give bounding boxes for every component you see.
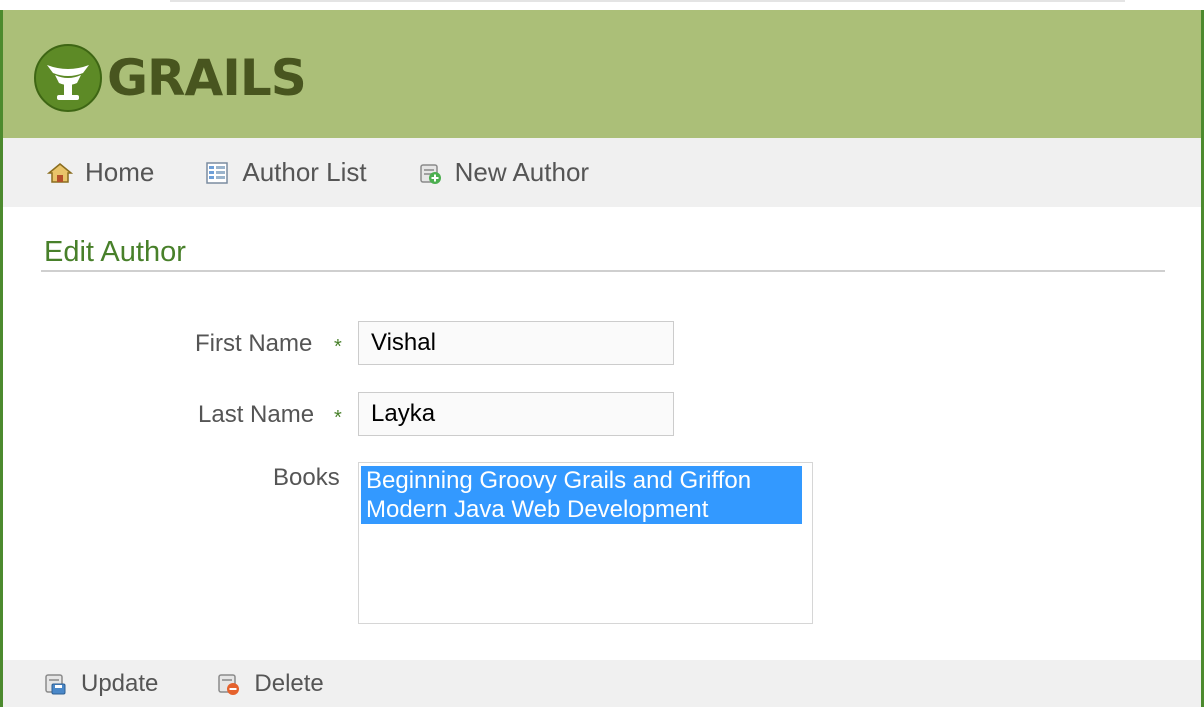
nav-home-label: Home: [85, 157, 155, 187]
update-icon: [41, 672, 69, 696]
button-bar: Update Delete: [3, 660, 1201, 707]
delete-button[interactable]: Delete: [214, 669, 324, 698]
nav-new-author[interactable]: New Author: [415, 157, 589, 188]
update-button[interactable]: Update: [41, 670, 158, 698]
nav-author-list[interactable]: Author List: [202, 157, 367, 188]
nav-author-list-label: Author List: [242, 157, 367, 187]
nav-new-author-label: New Author: [454, 157, 590, 187]
header: GRAILS: [3, 10, 1201, 138]
nav-home[interactable]: Home: [45, 157, 154, 188]
delete-button-label: Delete: [254, 669, 324, 697]
book-option[interactable]: Beginning Groovy Grails and Griffon: [361, 466, 802, 495]
first-name-label: First Name: [195, 330, 313, 357]
logo-text: GRAILS: [107, 49, 307, 107]
first-name-field[interactable]: Vishal: [358, 321, 674, 365]
grails-logo-icon: [34, 44, 102, 112]
top-divider: [170, 0, 1125, 2]
app-frame: GRAILS Home Author List New Author Edit …: [0, 10, 1204, 707]
logo: GRAILS: [33, 43, 307, 113]
books-label: Books: [273, 464, 340, 491]
delete-icon: [214, 672, 242, 696]
first-name-required-marker: *: [334, 336, 342, 358]
title-divider: [41, 270, 1165, 272]
books-select[interactable]: Beginning Groovy Grails and Griffon Mode…: [358, 462, 813, 624]
update-button-label: Update: [81, 669, 159, 697]
new-icon: [415, 160, 445, 186]
last-name-label: Last Name: [198, 401, 315, 428]
nav-bar: Home Author List New Author: [3, 138, 1201, 207]
top-strip: [0, 0, 1204, 10]
book-option[interactable]: Modern Java Web Development: [361, 495, 802, 524]
last-name-field[interactable]: Layka: [358, 392, 674, 436]
last-name-required-marker: *: [334, 407, 342, 429]
home-icon: [45, 160, 75, 186]
page-title: Edit Author: [44, 236, 186, 268]
list-icon: [202, 160, 232, 186]
